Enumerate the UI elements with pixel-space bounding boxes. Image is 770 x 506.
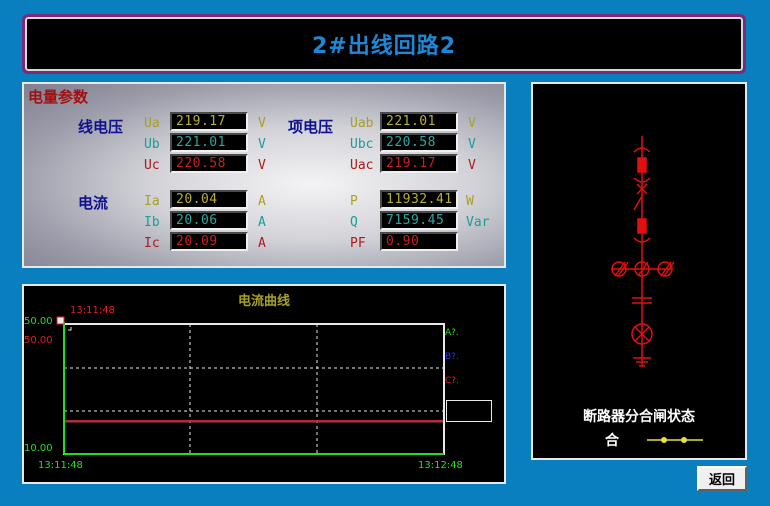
current-chart [56, 316, 445, 455]
single-line-diagram-panel: 断路器分合闸状态 合 [531, 82, 747, 460]
ubc-unit: V [468, 137, 476, 152]
ic-label: Ic [144, 236, 160, 251]
ia-label: Ia [144, 194, 160, 209]
ic-unit: A [258, 236, 266, 251]
pf-label: PF [350, 236, 366, 251]
ubc-value: 220.58 [380, 133, 458, 152]
uab-label: Uab [350, 116, 374, 131]
lower-fuse-icon [637, 218, 647, 234]
current-chart-panel: 电流曲线 13:11:48 50.00 50.00 10.00 13:11:48… [22, 284, 506, 484]
ia-value: 20.04 [170, 190, 248, 209]
cursor-corner-icon [68, 327, 72, 331]
ia-unit: A [258, 194, 266, 209]
ua-unit: V [258, 116, 266, 131]
top-fuse-icon [637, 157, 647, 173]
current-label: 电流 [78, 194, 109, 212]
ib-label: Ib [144, 215, 160, 230]
circuit-diagram [611, 136, 703, 443]
pf-value: 0.90 [380, 232, 458, 251]
uac-label: Uac [350, 158, 374, 173]
params-section-title: 电量参数 [28, 88, 89, 106]
ub-label: Ub [144, 137, 160, 152]
p-unit: W [466, 194, 474, 209]
p-value: 11932.41 [380, 190, 458, 209]
breaker-status-title: 断路器分合闸状态 [583, 409, 695, 425]
ib-value: 20.06 [170, 211, 248, 230]
breaker-status-value: 合 [605, 433, 619, 449]
uac-unit: V [468, 158, 476, 173]
q-value: 7159.45 [380, 211, 458, 230]
q-label: Q [350, 215, 358, 230]
page-title: 2#出线回路2 [311, 34, 457, 59]
breaker-blade-icon [633, 195, 643, 211]
q-unit: Var [466, 215, 490, 230]
uc-unit: V [258, 158, 266, 173]
uc-label: Uc [144, 158, 160, 173]
cursor-marker-icon[interactable] [56, 316, 65, 325]
title-bar: 2#出线回路2 [22, 14, 746, 74]
ua-label: Ua [144, 116, 160, 131]
breaker-status-dot-left [661, 437, 667, 443]
uc-value: 220.58 [170, 154, 248, 173]
p-label: P [350, 194, 358, 209]
ic-value: 20.09 [170, 232, 248, 251]
back-button[interactable]: 返回 [697, 466, 747, 491]
phase-voltage-label: 项电压 [288, 118, 334, 136]
uab-unit: V [468, 116, 476, 131]
ua-value: 219.17 [170, 112, 248, 131]
uab-value: 221.01 [380, 112, 458, 131]
uac-value: 219.17 [380, 154, 458, 173]
electrical-params-panel: 电量参数 线电压 项电压 电流 Ua 219.17 V Ub 221.01 V … [22, 82, 506, 268]
plot-frame [63, 323, 445, 455]
line-voltage-label: 线电压 [78, 118, 124, 136]
breaker-status-dot-right [681, 437, 687, 443]
ubc-label: Ubc [350, 137, 374, 152]
ib-unit: A [258, 215, 266, 230]
ub-value: 221.01 [170, 133, 248, 152]
ub-unit: V [258, 137, 266, 152]
